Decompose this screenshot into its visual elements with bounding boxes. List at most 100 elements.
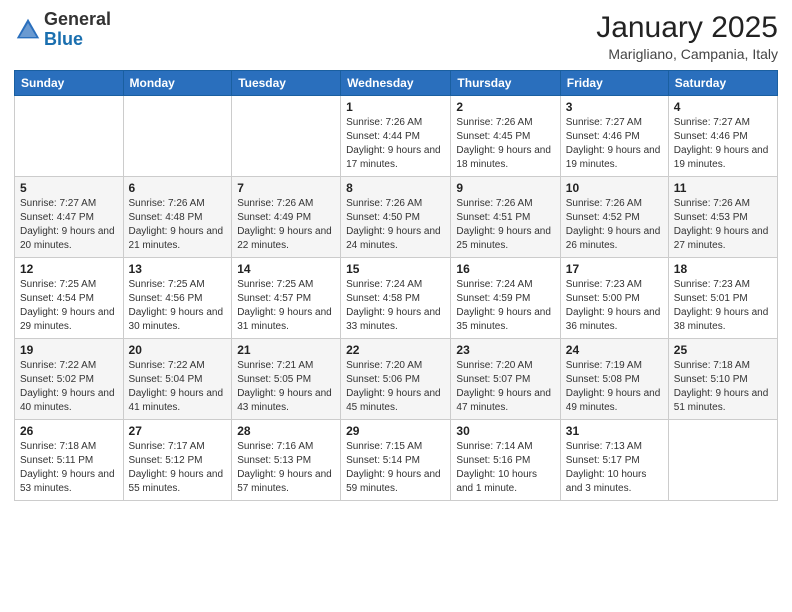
calendar-cell: 7 Sunrise: 7:26 AM Sunset: 4:49 PM Daylig… xyxy=(232,177,341,258)
day-number: 16 xyxy=(456,262,554,276)
day-number: 24 xyxy=(566,343,663,357)
day-number: 31 xyxy=(566,424,663,438)
weekday-header: Friday xyxy=(560,71,668,96)
day-number: 7 xyxy=(237,181,335,195)
day-info: Sunrise: 7:27 AM Sunset: 4:47 PM Dayligh… xyxy=(20,197,118,253)
calendar-week-row: 26Sunrise: 7:18 AM Sunset: 5:11 PM Dayli… xyxy=(15,420,778,501)
day-info: Sunrise: 7:24 AM Sunset: 4:59 PM Dayligh… xyxy=(456,278,554,334)
calendar-week-row: 5Sunrise: 7:27 AM Sunset: 4:47 PM Daylig… xyxy=(15,177,778,258)
day-number: 15 xyxy=(346,262,445,276)
calendar-cell: 6 Sunrise: 7:26 AM Sunset: 4:48 PM Daylig… xyxy=(123,177,232,258)
weekday-header: Sunday xyxy=(15,71,124,96)
calendar-cell: 31 Sunrise: 7:13 AM Sunset: 5:17 PM Dayli… xyxy=(560,420,668,501)
calendar-cell: 24 Sunrise: 7:19 AM Sunset: 5:08 PM Dayli… xyxy=(560,339,668,420)
calendar-cell xyxy=(668,420,777,501)
day-number: 23 xyxy=(456,343,554,357)
day-number: 6 xyxy=(129,181,227,195)
calendar-cell: 28 Sunrise: 7:16 AM Sunset: 5:13 PM Dayli… xyxy=(232,420,341,501)
day-number: 3 xyxy=(566,100,663,114)
header: General Blue January 2025 Marigliano, Ca… xyxy=(14,10,778,62)
day-info: Sunrise: 7:26 AM Sunset: 4:44 PM Dayligh… xyxy=(346,116,445,172)
day-info: Sunrise: 7:26 AM Sunset: 4:52 PM Dayligh… xyxy=(566,197,663,253)
day-info: Sunrise: 7:23 AM Sunset: 5:00 PM Dayligh… xyxy=(566,278,663,334)
logo-general-text: General xyxy=(44,9,111,29)
calendar-cell: 16 Sunrise: 7:24 AM Sunset: 4:59 PM Dayli… xyxy=(451,258,560,339)
calendar-cell: 30Sunrise: 7:14 AM Sunset: 5:16 PM Dayli… xyxy=(451,420,560,501)
day-info: Sunrise: 7:21 AM Sunset: 5:05 PM Dayligh… xyxy=(237,359,335,415)
day-info: Sunrise: 7:25 AM Sunset: 4:56 PM Dayligh… xyxy=(129,278,227,334)
day-number: 20 xyxy=(129,343,227,357)
calendar-cell xyxy=(15,96,124,177)
day-number: 29 xyxy=(346,424,445,438)
day-number: 25 xyxy=(674,343,772,357)
calendar-cell: 18 Sunrise: 7:23 AM Sunset: 5:01 PM Dayli… xyxy=(668,258,777,339)
calendar-cell: 14 Sunrise: 7:25 AM Sunset: 4:57 PM Dayli… xyxy=(232,258,341,339)
day-info: Sunrise: 7:17 AM Sunset: 5:12 PM Dayligh… xyxy=(129,440,227,496)
calendar-cell: 10 Sunrise: 7:26 AM Sunset: 4:52 PM Dayli… xyxy=(560,177,668,258)
day-info: Sunrise: 7:24 AM Sunset: 4:58 PM Dayligh… xyxy=(346,278,445,334)
calendar-cell xyxy=(232,96,341,177)
day-number: 10 xyxy=(566,181,663,195)
day-info: Sunrise: 7:23 AM Sunset: 5:01 PM Dayligh… xyxy=(674,278,772,334)
logo-blue-text: Blue xyxy=(44,29,83,49)
day-number: 27 xyxy=(129,424,227,438)
day-number: 11 xyxy=(674,181,772,195)
day-number: 8 xyxy=(346,181,445,195)
day-number: 28 xyxy=(237,424,335,438)
month-title: January 2025 xyxy=(596,10,778,46)
day-info: Sunrise: 7:14 AM Sunset: 5:16 PM Dayligh… xyxy=(456,440,554,496)
weekday-header: Monday xyxy=(123,71,232,96)
logo: General Blue xyxy=(14,10,111,50)
day-info: Sunrise: 7:27 AM Sunset: 4:46 PM Dayligh… xyxy=(674,116,772,172)
day-info: Sunrise: 7:20 AM Sunset: 5:07 PM Dayligh… xyxy=(456,359,554,415)
calendar-week-row: 1 Sunrise: 7:26 AM Sunset: 4:44 PM Daylig… xyxy=(15,96,778,177)
day-number: 21 xyxy=(237,343,335,357)
day-info: Sunrise: 7:26 AM Sunset: 4:51 PM Dayligh… xyxy=(456,197,554,253)
day-info: Sunrise: 7:13 AM Sunset: 5:17 PM Dayligh… xyxy=(566,440,663,496)
calendar-cell: 8 Sunrise: 7:26 AM Sunset: 4:50 PM Daylig… xyxy=(341,177,451,258)
calendar-cell: 23 Sunrise: 7:20 AM Sunset: 5:07 PM Dayli… xyxy=(451,339,560,420)
day-info: Sunrise: 7:26 AM Sunset: 4:50 PM Dayligh… xyxy=(346,197,445,253)
calendar-cell: 3 Sunrise: 7:27 AM Sunset: 4:46 PM Daylig… xyxy=(560,96,668,177)
day-number: 12 xyxy=(20,262,118,276)
day-info: Sunrise: 7:18 AM Sunset: 5:11 PM Dayligh… xyxy=(20,440,118,496)
day-info: Sunrise: 7:26 AM Sunset: 4:53 PM Dayligh… xyxy=(674,197,772,253)
title-block: January 2025 Marigliano, Campania, Italy xyxy=(596,10,778,62)
calendar-week-row: 19Sunrise: 7:22 AM Sunset: 5:02 PM Dayli… xyxy=(15,339,778,420)
weekday-header: Tuesday xyxy=(232,71,341,96)
calendar-cell: 13 Sunrise: 7:25 AM Sunset: 4:56 PM Dayli… xyxy=(123,258,232,339)
page: General Blue January 2025 Marigliano, Ca… xyxy=(0,0,792,612)
calendar-week-row: 12 Sunrise: 7:25 AM Sunset: 4:54 PM Dayli… xyxy=(15,258,778,339)
calendar-cell: 2Sunrise: 7:26 AM Sunset: 4:45 PM Daylig… xyxy=(451,96,560,177)
day-info: Sunrise: 7:26 AM Sunset: 4:45 PM Dayligh… xyxy=(456,116,554,172)
day-info: Sunrise: 7:16 AM Sunset: 5:13 PM Dayligh… xyxy=(237,440,335,496)
day-info: Sunrise: 7:27 AM Sunset: 4:46 PM Dayligh… xyxy=(566,116,663,172)
calendar-cell: 21 Sunrise: 7:21 AM Sunset: 5:05 PM Dayli… xyxy=(232,339,341,420)
location-title: Marigliano, Campania, Italy xyxy=(596,46,778,62)
day-number: 14 xyxy=(237,262,335,276)
day-number: 18 xyxy=(674,262,772,276)
day-info: Sunrise: 7:25 AM Sunset: 4:54 PM Dayligh… xyxy=(20,278,118,334)
calendar-cell: 26Sunrise: 7:18 AM Sunset: 5:11 PM Dayli… xyxy=(15,420,124,501)
day-info: Sunrise: 7:26 AM Sunset: 4:49 PM Dayligh… xyxy=(237,197,335,253)
weekday-header: Wednesday xyxy=(341,71,451,96)
day-number: 9 xyxy=(456,181,554,195)
calendar-cell: 5Sunrise: 7:27 AM Sunset: 4:47 PM Daylig… xyxy=(15,177,124,258)
day-info: Sunrise: 7:20 AM Sunset: 5:06 PM Dayligh… xyxy=(346,359,445,415)
weekday-header: Saturday xyxy=(668,71,777,96)
calendar-cell: 1 Sunrise: 7:26 AM Sunset: 4:44 PM Daylig… xyxy=(341,96,451,177)
day-number: 19 xyxy=(20,343,118,357)
calendar-cell: 29Sunrise: 7:15 AM Sunset: 5:14 PM Dayli… xyxy=(341,420,451,501)
day-info: Sunrise: 7:26 AM Sunset: 4:48 PM Dayligh… xyxy=(129,197,227,253)
day-number: 13 xyxy=(129,262,227,276)
day-info: Sunrise: 7:25 AM Sunset: 4:57 PM Dayligh… xyxy=(237,278,335,334)
logo-icon xyxy=(14,16,42,44)
calendar-cell: 11 Sunrise: 7:26 AM Sunset: 4:53 PM Dayli… xyxy=(668,177,777,258)
day-number: 17 xyxy=(566,262,663,276)
calendar-cell: 17 Sunrise: 7:23 AM Sunset: 5:00 PM Dayli… xyxy=(560,258,668,339)
calendar-cell: 9 Sunrise: 7:26 AM Sunset: 4:51 PM Daylig… xyxy=(451,177,560,258)
calendar-cell: 27 Sunrise: 7:17 AM Sunset: 5:12 PM Dayli… xyxy=(123,420,232,501)
calendar-cell: 4Sunrise: 7:27 AM Sunset: 4:46 PM Daylig… xyxy=(668,96,777,177)
day-number: 1 xyxy=(346,100,445,114)
day-info: Sunrise: 7:19 AM Sunset: 5:08 PM Dayligh… xyxy=(566,359,663,415)
